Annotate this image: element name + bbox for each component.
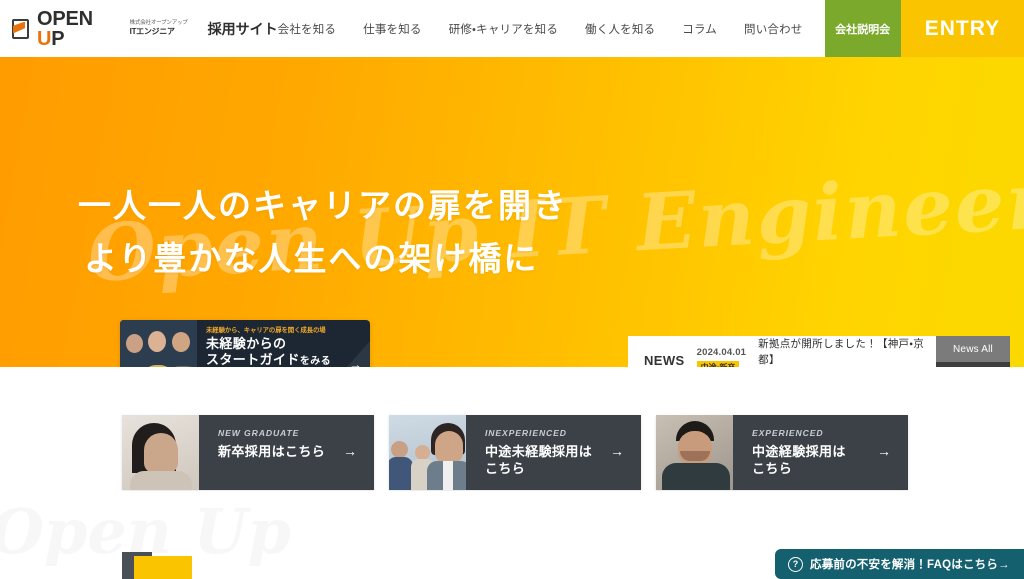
arrow-right-icon: → (610, 443, 624, 459)
arrow-right-icon: → (343, 443, 357, 459)
card-photo-inexperienced (389, 415, 466, 490)
arrow-right-icon: → (349, 357, 362, 367)
start-guide-tagline: 未経験から、キャリアの扉を開く成長の場 (206, 327, 326, 334)
logo-wordmark: OPEN UP (37, 9, 120, 49)
card-photo-experienced (656, 415, 733, 490)
news-controls: News All ← | → (936, 336, 1010, 367)
arrow-right-icon: → (877, 443, 891, 459)
start-guide-title-2: スタートガイドをみる (206, 352, 366, 367)
hero-section: Open Up IT Engineer 一人一人のキャリアの扉を開き より豊かな… (0, 57, 1024, 367)
hero-headline: 一人一人のキャリアの扉を開き より豊かな人生への架け橋に (78, 179, 568, 286)
nav-item-training-career[interactable]: 研修・キャリアを知る (449, 21, 558, 37)
heading-highlight-icon (134, 556, 192, 579)
nav-item-company[interactable]: 会社を知る (278, 21, 337, 37)
nav-item-contact[interactable]: 問い合わせ (744, 21, 803, 37)
nav-item-jobs[interactable]: 仕事を知る (363, 21, 422, 37)
card-en-experienced: EXPERIENCED (752, 428, 824, 438)
card-en-inexperienced: INEXPERIENCED (485, 428, 567, 438)
faq-float-button[interactable]: ? 応募前の不安を解消！FAQはこちら→ (775, 549, 1024, 579)
logo-word-u: U (37, 27, 52, 50)
card-ja-experienced-line2: こちら (752, 461, 793, 477)
entry-button[interactable]: ENTRY (900, 0, 1024, 57)
card-en-new-graduate: NEW GRADUATE (218, 428, 300, 438)
card-body-experienced: EXPERIENCED 中途経験採用は こちら → (733, 415, 908, 490)
card-ja-inexperienced-line2: こちら (485, 461, 526, 477)
news-body-line1: 新拠点が開所しました！【神戸・京都】 (758, 338, 925, 367)
news-meta: 2024.04.01 中途・新卒 (696, 346, 747, 367)
news-strip[interactable]: NEWS 2024.04.01 中途・新卒 新拠点が開所しました！【神戸・京都】… (628, 336, 936, 367)
company-seminar-button[interactable]: 会社説明会 (824, 0, 901, 57)
faq-float-label: 応募前の不安を解消！FAQはこちら→ (810, 559, 1010, 571)
logo-word-p: P (51, 27, 65, 50)
news-pager: ← | → (936, 362, 1010, 367)
news-label: NEWS (644, 353, 685, 367)
card-photo-new-graduate (122, 415, 199, 490)
start-guide-title-suffix: をみる (299, 355, 332, 367)
brand-logo[interactable]: OPEN UP 株式会社オープンアップ ITエンジニア 採用サイト (0, 0, 278, 57)
nav-item-people[interactable]: 働く人を知る (585, 21, 655, 37)
openup-book-icon (12, 18, 29, 39)
logo-company-name: 株式会社オープンアップ (129, 20, 188, 27)
hero-headline-line2: より豊かな人生への架け橋に (84, 239, 539, 279)
news-next-arrow-icon[interactable]: → (983, 367, 995, 368)
card-experienced[interactable]: EXPERIENCED 中途経験採用は こちら → (656, 415, 908, 490)
logo-word-open: OPEN (37, 7, 93, 30)
hero-headline-line1: 一人一人のキャリアの扉を開き (78, 186, 568, 225)
recruitment-cards: NEW GRADUATE 新卒採用はこちら → INEXPERIENCED 中途… (0, 415, 1024, 491)
card-new-graduate[interactable]: NEW GRADUATE 新卒採用はこちら → (122, 415, 374, 490)
news-body: 新拠点が開所しました！【神戸・京都】 支店一覧よりご確認いただけます。 (758, 336, 936, 367)
news-prev-arrow-icon[interactable]: ← (951, 367, 963, 368)
logo-division: ITエンジニア (129, 26, 175, 36)
start-guide-title-1: 未経験からの (206, 336, 287, 351)
nav-item-column[interactable]: コラム (682, 21, 717, 37)
card-body-new-graduate: NEW GRADUATE 新卒採用はこちら → (199, 415, 374, 490)
card-inexperienced[interactable]: INEXPERIENCED 中途未経験採用は こちら → (389, 415, 641, 490)
start-guide-text: 未経験から、キャリアの扉を開く成長の場 未経験からの スタートガイドをみる → (197, 320, 370, 367)
site-header: OPEN UP 株式会社オープンアップ ITエンジニア 採用サイト 会社を知る … (0, 0, 1024, 57)
question-mark-icon: ? (788, 556, 803, 572)
news-category-badge: 中途・新卒 (696, 360, 740, 367)
main-navigation: 会社を知る 仕事を知る 研修・キャリアを知る 働く人を知る コラム 問い合わせ (278, 0, 825, 57)
site-label: 採用サイト (207, 20, 278, 37)
start-guide-title-main: スタートガイド (206, 351, 300, 367)
start-guide-banner[interactable]: 未経験から、キャリアの扉を開く成長の場 未経験からの スタートガイドをみる → (120, 320, 370, 367)
news-all-button[interactable]: News All (936, 336, 1010, 362)
news-date: 2024.04.01 (696, 346, 747, 358)
card-body-inexperienced: INEXPERIENCED 中途未経験採用は こちら → (466, 415, 641, 490)
page-root: OPEN UP 株式会社オープンアップ ITエンジニア 採用サイト 会社を知る … (0, 0, 1024, 579)
lower-section-heading (122, 552, 192, 579)
start-guide-photo (120, 320, 197, 367)
logo-subtext: 株式会社オープンアップ ITエンジニア (130, 21, 188, 36)
